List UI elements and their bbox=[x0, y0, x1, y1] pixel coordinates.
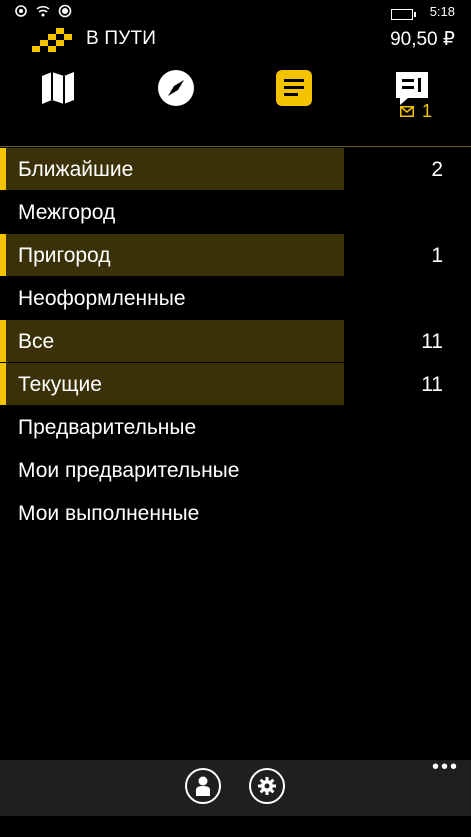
list-item-preliminary[interactable]: Предварительные bbox=[0, 406, 471, 449]
list-item-label: Неоформленные bbox=[18, 287, 186, 310]
map-icon bbox=[42, 72, 74, 104]
list-item-count: 1 bbox=[431, 244, 443, 267]
settings-button[interactable] bbox=[249, 768, 285, 804]
driver-status: В ПУТИ bbox=[86, 28, 157, 49]
map-button[interactable] bbox=[28, 58, 88, 118]
header-divider bbox=[0, 146, 471, 147]
orders-button[interactable] bbox=[264, 58, 324, 118]
list-item-count: 2 bbox=[431, 158, 443, 181]
list-item-label: Предварительные bbox=[18, 416, 197, 439]
profile-button[interactable] bbox=[185, 768, 221, 804]
list-item-label: Ближайшие bbox=[18, 158, 134, 181]
gear-icon bbox=[258, 777, 276, 795]
messages-badge[interactable]: 1 bbox=[400, 101, 432, 122]
envelope-icon bbox=[400, 106, 414, 117]
list-item-current[interactable]: Текущие 11 bbox=[0, 363, 471, 406]
more-options-button[interactable]: ••• bbox=[432, 756, 459, 779]
location-icon bbox=[58, 4, 72, 18]
messages-count: 1 bbox=[422, 101, 433, 121]
battery-icon bbox=[391, 9, 416, 20]
list-item-count: 11 bbox=[421, 330, 443, 353]
list-item-intercity[interactable]: Межгород bbox=[0, 191, 471, 234]
signal-icon bbox=[14, 4, 28, 18]
balance: 90,50 ₽ bbox=[390, 29, 455, 50]
compass-icon bbox=[158, 70, 194, 106]
clock: 5:18 bbox=[429, 4, 455, 19]
taxi-logo-icon bbox=[30, 28, 76, 52]
profile-icon bbox=[196, 776, 210, 796]
list-item-label: Мои предварительные bbox=[18, 459, 240, 482]
list-item-my-completed[interactable]: Мои выполненные bbox=[0, 492, 471, 535]
bottom-spacer bbox=[0, 816, 471, 837]
list-item-label: Межгород bbox=[18, 201, 116, 224]
list-item-count: 11 bbox=[421, 373, 443, 396]
list-item-label: Пригород bbox=[18, 244, 111, 267]
list-item-label: Текущие bbox=[18, 373, 102, 396]
list-item-suburb[interactable]: Пригород 1 bbox=[0, 234, 471, 277]
order-category-list: Ближайшие 2 Межгород Пригород 1 Неоформл… bbox=[0, 148, 471, 535]
list-item-nearest[interactable]: Ближайшие 2 bbox=[0, 148, 471, 191]
list-item-unregistered[interactable]: Неоформленные bbox=[0, 277, 471, 320]
list-item-my-preliminary[interactable]: Мои предварительные bbox=[0, 449, 471, 492]
wifi-icon bbox=[36, 4, 50, 18]
app-bar bbox=[0, 760, 471, 816]
list-item-label: Все bbox=[18, 330, 55, 353]
status-icons bbox=[14, 4, 72, 18]
navigator-button[interactable] bbox=[146, 58, 206, 118]
list-item-all[interactable]: Все 11 bbox=[0, 320, 471, 363]
list-item-label: Мои выполненные bbox=[18, 502, 200, 525]
orders-icon bbox=[276, 70, 312, 106]
status-bar: 5:18 bbox=[0, 0, 471, 24]
